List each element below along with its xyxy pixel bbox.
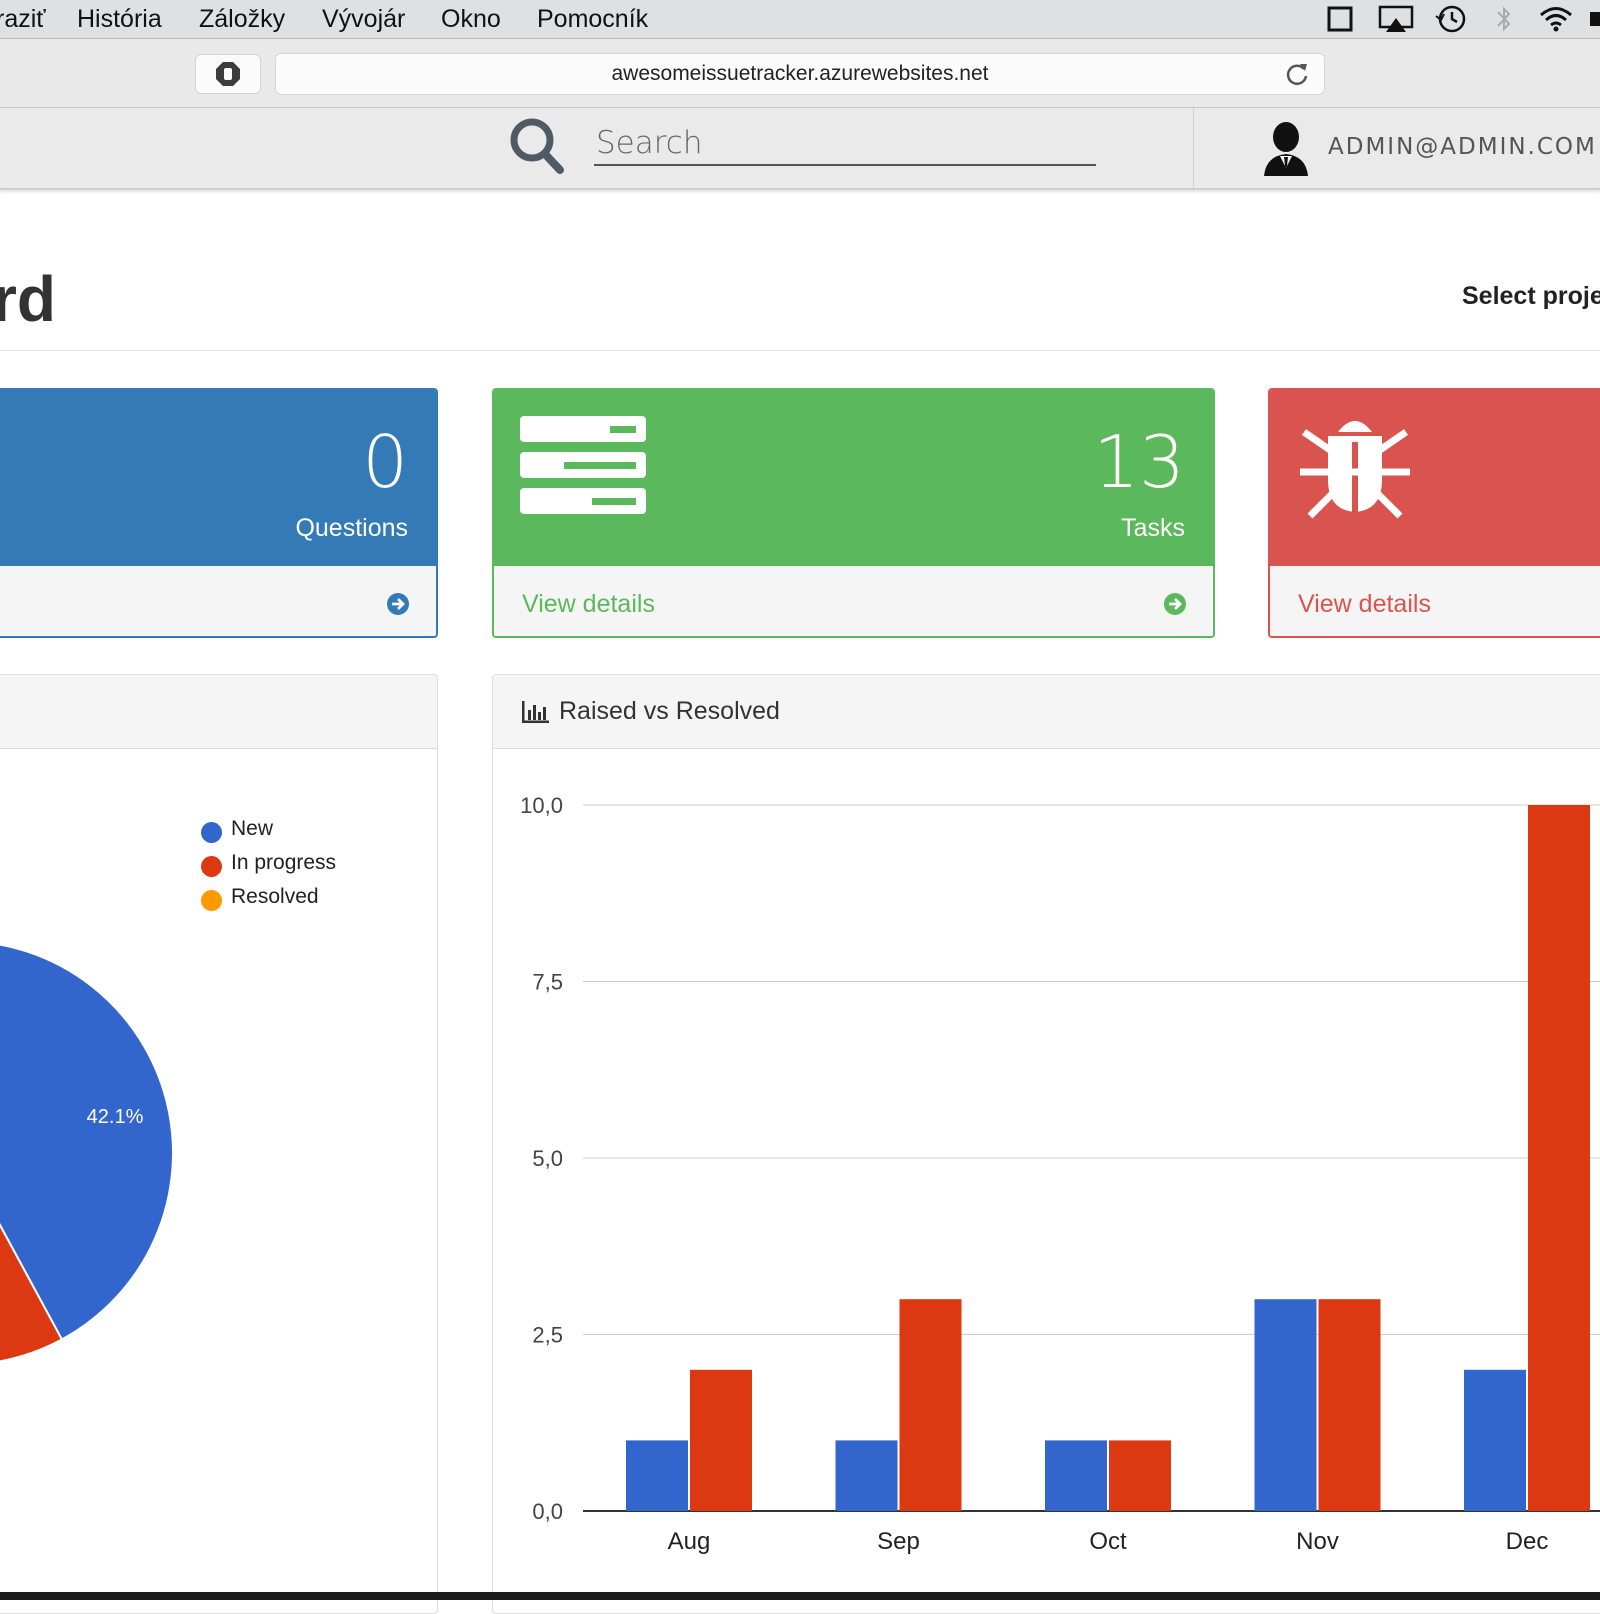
- bar-oct-series-2[interactable]: [1109, 1440, 1171, 1511]
- tasks-panel-heading: 13 Tasks: [494, 390, 1213, 566]
- legend-dot: [201, 890, 222, 911]
- reload-icon[interactable]: [1284, 60, 1310, 88]
- pie-slice-label-new: 42.1%: [87, 1106, 144, 1128]
- y-tick-label: 10,0: [520, 793, 563, 818]
- menu-item-help[interactable]: Pomocník: [537, 5, 648, 34]
- legend-label: Resolved: [231, 885, 319, 908]
- screen-mirroring-icon[interactable]: [1326, 4, 1354, 34]
- x-tick-label: Aug: [668, 1528, 711, 1555]
- bar-aug-series-1[interactable]: [626, 1440, 688, 1511]
- os-menu-bar: raziť História Záložky Vývojár Okno Pomo…: [0, 0, 1600, 39]
- questions-label: Questions: [295, 514, 408, 542]
- arrow-circle-right-icon[interactable]: [1163, 592, 1187, 616]
- address-bar[interactable]: awesomeissuetracker.azurewebsites.net: [275, 53, 1325, 95]
- window-bottom-edge: [0, 1592, 1600, 1600]
- page-title: rd: [0, 263, 56, 335]
- bar-sep-series-2[interactable]: [899, 1299, 962, 1511]
- menu-item-bookmarks[interactable]: Záložky: [199, 5, 285, 34]
- bar-oct-series-1[interactable]: [1045, 1440, 1107, 1511]
- menu-item-history[interactable]: História: [77, 5, 162, 34]
- select-project-label[interactable]: Select proje: [1462, 282, 1600, 311]
- browser-toolbar: awesomeissuetracker.azurewebsites.net: [0, 39, 1600, 108]
- bugs-view-details-link[interactable]: View details: [1298, 590, 1431, 619]
- y-tick-label: 7,5: [532, 970, 563, 995]
- bar-dec-series-2[interactable]: [1528, 805, 1590, 1511]
- y-tick-label: 2,5: [532, 1323, 563, 1348]
- questions-panel[interactable]: 0 Questions: [0, 388, 438, 638]
- bugs-panel[interactable]: View details: [1268, 388, 1600, 638]
- tasks-list-icon: [520, 416, 646, 514]
- bar-nov-series-1[interactable]: [1254, 1299, 1317, 1511]
- bar-aug-series-2[interactable]: [690, 1369, 752, 1511]
- stop-hand-icon: [216, 62, 240, 86]
- wifi-icon[interactable]: [1538, 4, 1574, 34]
- user-avatar-icon[interactable]: [1262, 120, 1310, 176]
- battery-icon[interactable]: [1588, 4, 1600, 34]
- menu-item-window[interactable]: Okno: [441, 5, 501, 34]
- tasks-view-details-link[interactable]: View details: [522, 590, 655, 619]
- questions-panel-heading: 0 Questions: [0, 390, 436, 566]
- content-blocker-button[interactable]: [195, 54, 261, 94]
- menu-item-view[interactable]: raziť: [0, 5, 46, 34]
- header-divider: [0, 350, 1600, 351]
- y-tick-label: 5,0: [532, 1146, 563, 1171]
- url-text: awesomeissuetracker.azurewebsites.net: [611, 62, 989, 85]
- bugs-panel-footer[interactable]: View details: [1270, 566, 1600, 636]
- x-tick-label: Dec: [1506, 1528, 1549, 1555]
- status-pie-chart: 42.1%: [0, 943, 174, 1363]
- time-machine-icon[interactable]: [1434, 4, 1468, 34]
- tasks-label: Tasks: [1121, 514, 1185, 542]
- navbar-divider: [1193, 108, 1194, 188]
- questions-panel-footer[interactable]: [0, 566, 436, 636]
- y-tick-label: 0,0: [532, 1499, 563, 1524]
- user-email[interactable]: ADMIN@ADMIN.COM: [1328, 134, 1597, 160]
- bug-icon: [1300, 421, 1410, 519]
- tasks-panel-footer[interactable]: View details: [494, 566, 1213, 636]
- tasks-panel[interactable]: 13 Tasks View details: [492, 388, 1215, 638]
- x-tick-label: Oct: [1089, 1528, 1127, 1555]
- bar-nov-series-2[interactable]: [1318, 1299, 1381, 1511]
- questions-count: 0: [362, 420, 408, 504]
- x-tick-label: Nov: [1296, 1528, 1339, 1555]
- legend-dot: [201, 856, 222, 877]
- arrow-circle-right-icon[interactable]: [386, 592, 410, 616]
- raised-vs-resolved-panel: Raised vs Resolved 0,0 2,5 5,0 7,5 10,0 Aug Se…: [492, 674, 1600, 1614]
- app-navbar: ADMIN@ADMIN.COM: [0, 108, 1600, 190]
- search-input[interactable]: [594, 122, 1096, 166]
- bar-dec-series-1[interactable]: [1464, 1369, 1526, 1511]
- bluetooth-icon[interactable]: [1494, 4, 1514, 34]
- search-icon[interactable]: [508, 116, 568, 178]
- status-pie-panel: 42.1% New In progress Resolved: [0, 674, 438, 1614]
- raised-vs-resolved-chart: 0,0 2,5 5,0 7,5 10,0 Aug Sep Oct Nov Dec: [520, 793, 1600, 1555]
- legend-label: In progress: [231, 851, 337, 874]
- bar-sep-series-1[interactable]: [835, 1440, 898, 1511]
- menu-item-develop[interactable]: Vývojár: [322, 5, 405, 34]
- tasks-count: 13: [1093, 420, 1185, 504]
- legend-dot: [201, 822, 222, 843]
- bugs-panel-heading: [1270, 390, 1600, 566]
- legend-label: New: [231, 817, 274, 840]
- x-tick-label: Sep: [877, 1528, 920, 1555]
- airplay-icon[interactable]: [1378, 4, 1414, 34]
